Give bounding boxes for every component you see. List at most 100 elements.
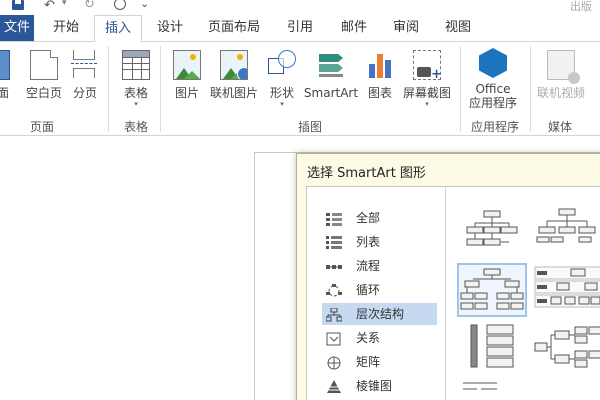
layout-thumbnail-name-title-org-chart[interactable] <box>533 205 600 259</box>
group-label-apps: 应用程序 <box>470 120 519 134</box>
category-label: 流程 <box>356 259 381 273</box>
office-store-icon <box>479 48 507 78</box>
undo-icon[interactable]: ↶ <box>44 0 55 13</box>
office-apps-label-line1: Office <box>475 82 511 96</box>
screenshot-button[interactable]: + 屏幕截图 ▾ <box>400 50 454 108</box>
office-apps-label-line2: 应用程序 <box>468 96 517 110</box>
all-icon <box>326 211 342 226</box>
quick-access-toolbar: ↶ ▾ ↻ ⌄ 出版 <box>0 0 600 15</box>
list-icon <box>326 235 342 249</box>
category-matrix[interactable]: 矩阵 <box>322 351 437 373</box>
category-process[interactable]: 流程 <box>322 255 437 277</box>
undo-dropdown-icon[interactable]: ▾ <box>62 0 67 10</box>
smartart-dialog: 选择 SmartArt 图形 全部 列表 流程 循环 层次结构 关系 矩阵 棱锥… <box>296 153 600 400</box>
blank-page-button[interactable]: 空白页 <box>24 50 64 100</box>
dialog-content: 全部 列表 流程 循环 层次结构 关系 矩阵 棱锥图 <box>306 186 600 400</box>
table-dropdown-icon: ▾ <box>134 100 138 108</box>
tab-review[interactable]: 审阅 <box>386 15 426 41</box>
online-pictures-button[interactable]: 联机图片 <box>208 50 260 100</box>
layout-thumbnail-org-chart[interactable] <box>457 205 527 259</box>
cycle-icon <box>326 283 342 297</box>
office-apps-button[interactable]: Office 应用程序 <box>464 48 522 110</box>
page-break-button[interactable]: 分页 <box>68 50 102 100</box>
layout-thumbnail-labeled-hierarchy[interactable] <box>533 263 600 317</box>
table-label: 表格 <box>123 86 148 100</box>
relationship-icon <box>326 331 342 346</box>
category-label: 列表 <box>356 235 381 249</box>
category-list[interactable]: 列表 <box>322 231 437 253</box>
category-label: 全部 <box>356 211 381 225</box>
app-title: 出版 <box>570 0 592 13</box>
chart-label: 图表 <box>367 86 392 100</box>
group-separator <box>160 46 161 132</box>
tab-view[interactable]: 视图 <box>438 15 478 41</box>
group-label-illustrations: 插图 <box>297 120 322 134</box>
smartart-button[interactable]: SmartArt <box>303 50 359 100</box>
group-label-pages: 页面 <box>29 120 54 134</box>
shapes-icon <box>268 50 296 80</box>
tab-mailings[interactable]: 邮件 <box>334 15 374 41</box>
tab-insert[interactable]: 插入 <box>94 15 142 42</box>
shapes-dropdown-icon: ▾ <box>280 100 284 108</box>
layout-thumbnail-hierarchy-list[interactable] <box>457 321 527 375</box>
group-label-media: 媒体 <box>547 120 572 134</box>
cover-page-label: 面 <box>0 86 9 100</box>
customize-toolbar-icon[interactable]: ⌄ <box>140 0 149 10</box>
table-icon <box>122 50 150 80</box>
group-separator <box>108 46 109 132</box>
online-pictures-label: 联机图片 <box>209 86 258 100</box>
tab-page-layout[interactable]: 页面布局 <box>204 15 264 41</box>
print-preview-icon[interactable] <box>114 0 126 10</box>
category-label: 关系 <box>356 331 381 345</box>
category-pyramid[interactable]: 棱锥图 <box>322 375 437 397</box>
layout-thumbnail-half-circle-org-chart[interactable] <box>457 263 527 317</box>
layout-thumbnail-table-hierarchy[interactable] <box>457 379 527 400</box>
page-break-icon <box>71 50 99 80</box>
blank-page-label: 空白页 <box>25 86 62 100</box>
pictures-label: 图片 <box>174 86 199 100</box>
redo-icon[interactable]: ↻ <box>84 0 95 12</box>
pictures-button[interactable]: 图片 <box>170 50 204 100</box>
tab-references[interactable]: 引用 <box>280 15 320 41</box>
category-label: 层次结构 <box>356 307 405 321</box>
matrix-icon <box>326 355 342 370</box>
tab-design[interactable]: 设计 <box>150 15 190 41</box>
table-button[interactable]: 表格 ▾ <box>118 50 154 108</box>
tab-home[interactable]: 开始 <box>46 15 86 41</box>
online-video-button[interactable]: 联机视频 <box>534 50 588 100</box>
category-all[interactable]: 全部 <box>322 207 437 229</box>
category-cycle[interactable]: 循环 <box>322 279 437 301</box>
category-label: 棱锥图 <box>356 379 393 393</box>
hierarchy-icon <box>325 307 343 322</box>
group-separator <box>530 46 531 132</box>
shapes-button[interactable]: 形状 ▾ <box>265 50 299 108</box>
save-icon[interactable] <box>12 0 24 10</box>
category-hierarchy[interactable]: 层次结构 <box>322 303 437 325</box>
group-separator <box>460 46 461 132</box>
layout-thumbnail-horizontal-hierarchy[interactable] <box>533 321 600 375</box>
smartart-label: SmartArt <box>303 86 359 100</box>
category-label: 矩阵 <box>356 355 381 369</box>
tab-file[interactable]: 文件 <box>0 15 34 41</box>
dialog-title: 选择 SmartArt 图形 <box>307 166 426 181</box>
dialog-divider <box>445 187 446 400</box>
page-break-label: 分页 <box>72 86 97 100</box>
process-icon <box>326 259 342 273</box>
smartart-icon <box>317 50 345 80</box>
cover-page-button[interactable]: 面 <box>0 50 16 100</box>
shapes-label: 形状 <box>269 86 294 100</box>
picture-icon <box>173 50 201 80</box>
category-relationship[interactable]: 关系 <box>322 327 437 349</box>
online-video-label: 联机视频 <box>536 86 585 100</box>
chart-button[interactable]: 图表 <box>364 50 396 100</box>
ribbon-tabs: 文件 开始 插入 设计 页面布局 引用 邮件 审阅 视图 <box>0 15 600 42</box>
cover-page-icon <box>0 50 10 80</box>
screenshot-label: 屏幕截图 <box>402 86 451 100</box>
ribbon: 面 空白页 分页 页面 表格 ▾ 表格 图片 联机图片 形状 ▾ SmartAr… <box>0 41 600 136</box>
online-video-icon <box>547 50 580 84</box>
category-label: 循环 <box>356 283 381 297</box>
group-label-tables: 表格 <box>123 120 148 134</box>
screenshot-icon: + <box>413 50 442 82</box>
chart-icon <box>366 50 394 80</box>
pyramid-icon <box>326 379 342 393</box>
